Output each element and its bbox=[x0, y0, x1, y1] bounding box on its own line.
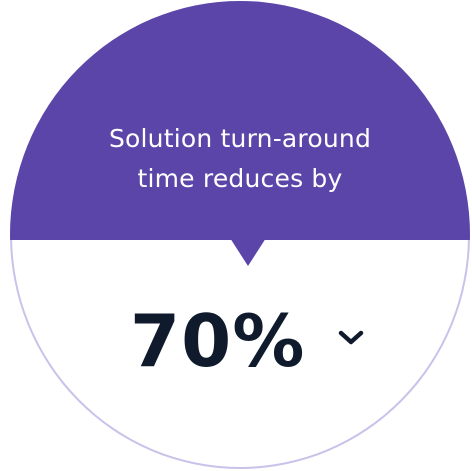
stat-headline: Solution turn-around time reduces by bbox=[50, 119, 430, 199]
stat-value: 70% bbox=[130, 299, 306, 383]
stat-value-row: 70% bbox=[10, 293, 470, 389]
stat-card: Solution turn-around time reduces by 70% bbox=[10, 1, 470, 469]
pointer-notch bbox=[230, 238, 266, 266]
stat-headline-line-1: Solution turn-around bbox=[108, 124, 372, 153]
stat-headline-line-2: time reduces by bbox=[137, 164, 343, 193]
chevron-down-icon[interactable] bbox=[334, 325, 368, 349]
